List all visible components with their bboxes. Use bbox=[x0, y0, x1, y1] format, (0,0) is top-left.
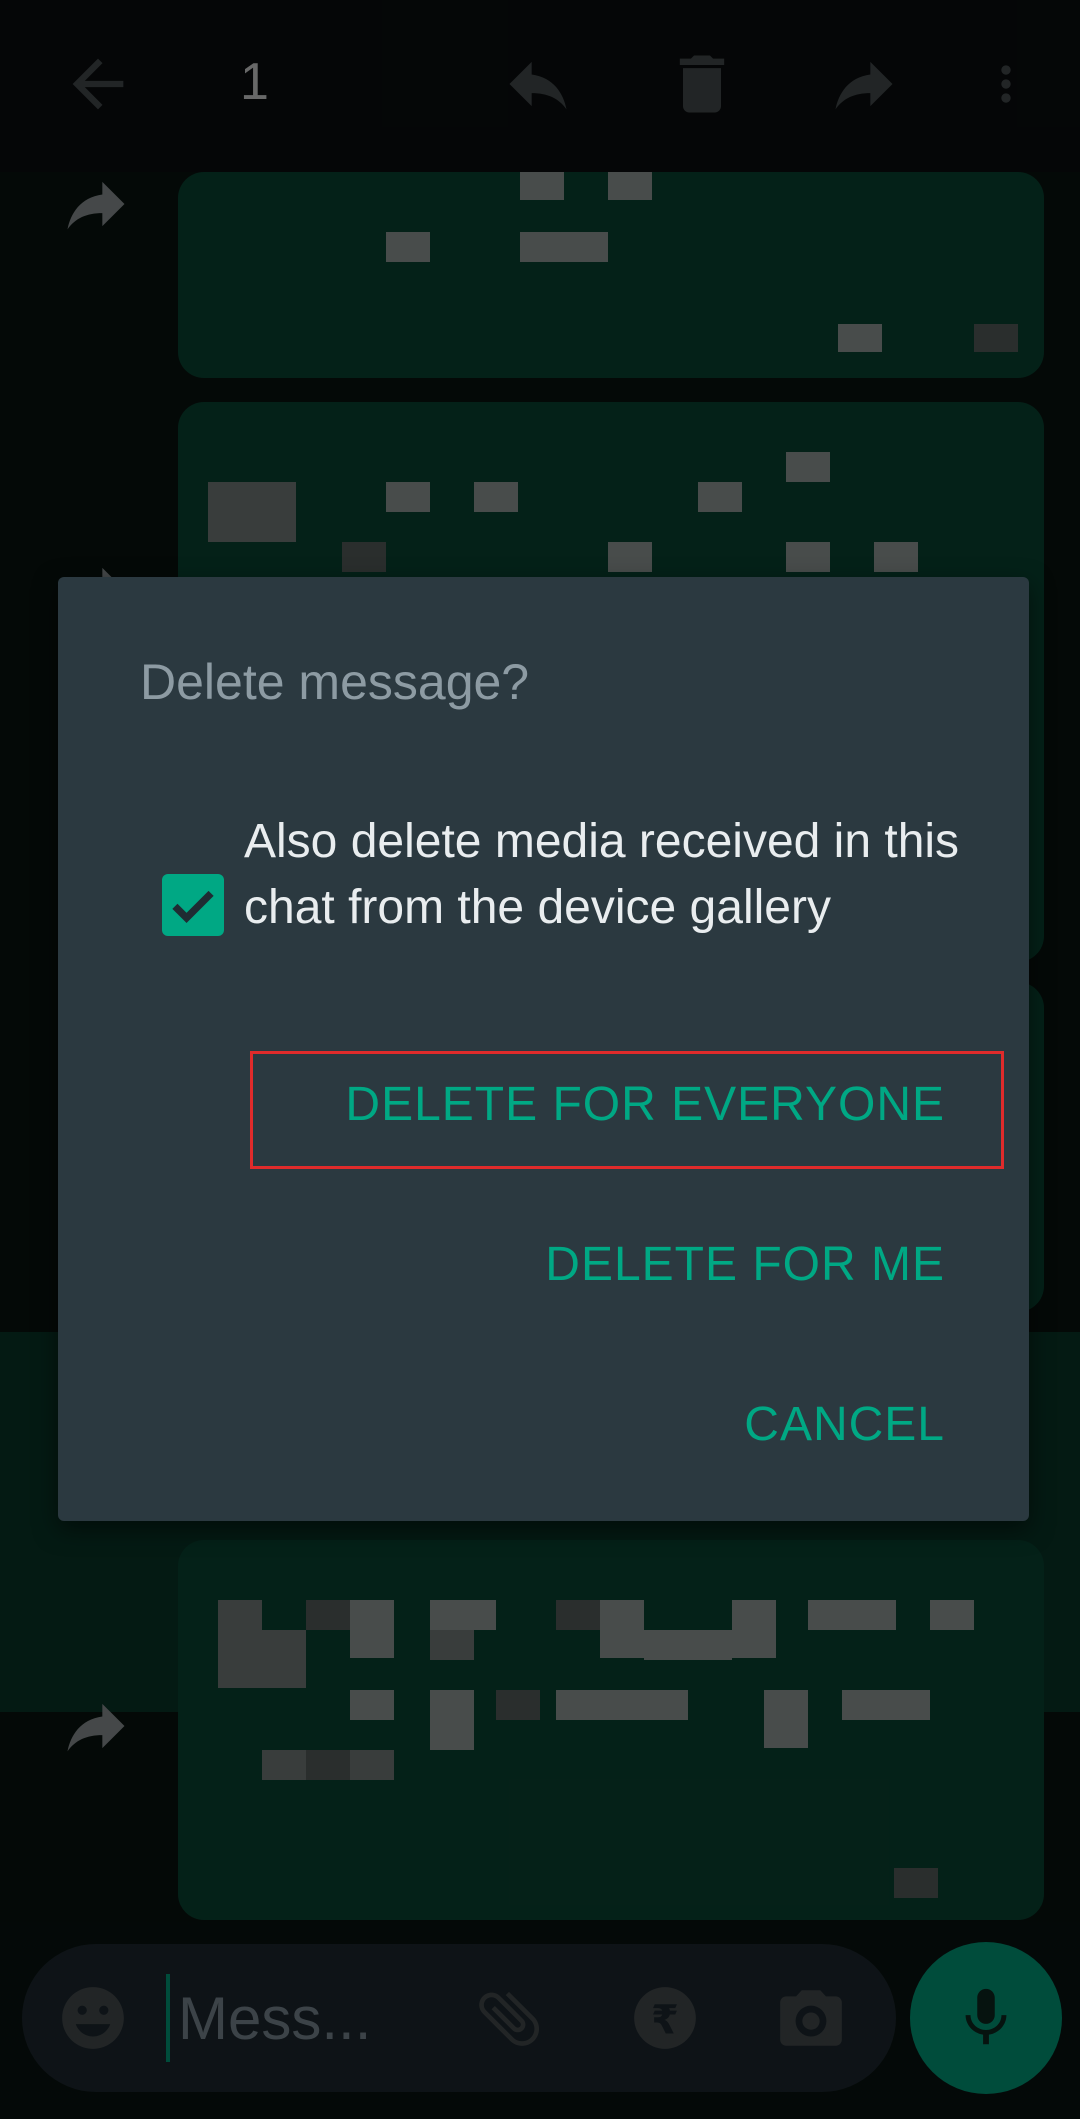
check-icon bbox=[172, 890, 214, 924]
dialog-title: Delete message? bbox=[140, 654, 530, 710]
delete-for-everyone-button[interactable]: DELETE FOR EVERYONE bbox=[345, 1077, 945, 1132]
delete-for-me-button[interactable]: DELETE FOR ME bbox=[545, 1237, 945, 1292]
cancel-button[interactable]: CANCEL bbox=[744, 1397, 945, 1452]
delete-media-checkbox[interactable] bbox=[162, 874, 224, 936]
delete-media-label: Also delete media received in this chat … bbox=[244, 815, 960, 934]
delete-message-dialog: Delete message? Also delete media receiv… bbox=[58, 577, 1029, 1521]
